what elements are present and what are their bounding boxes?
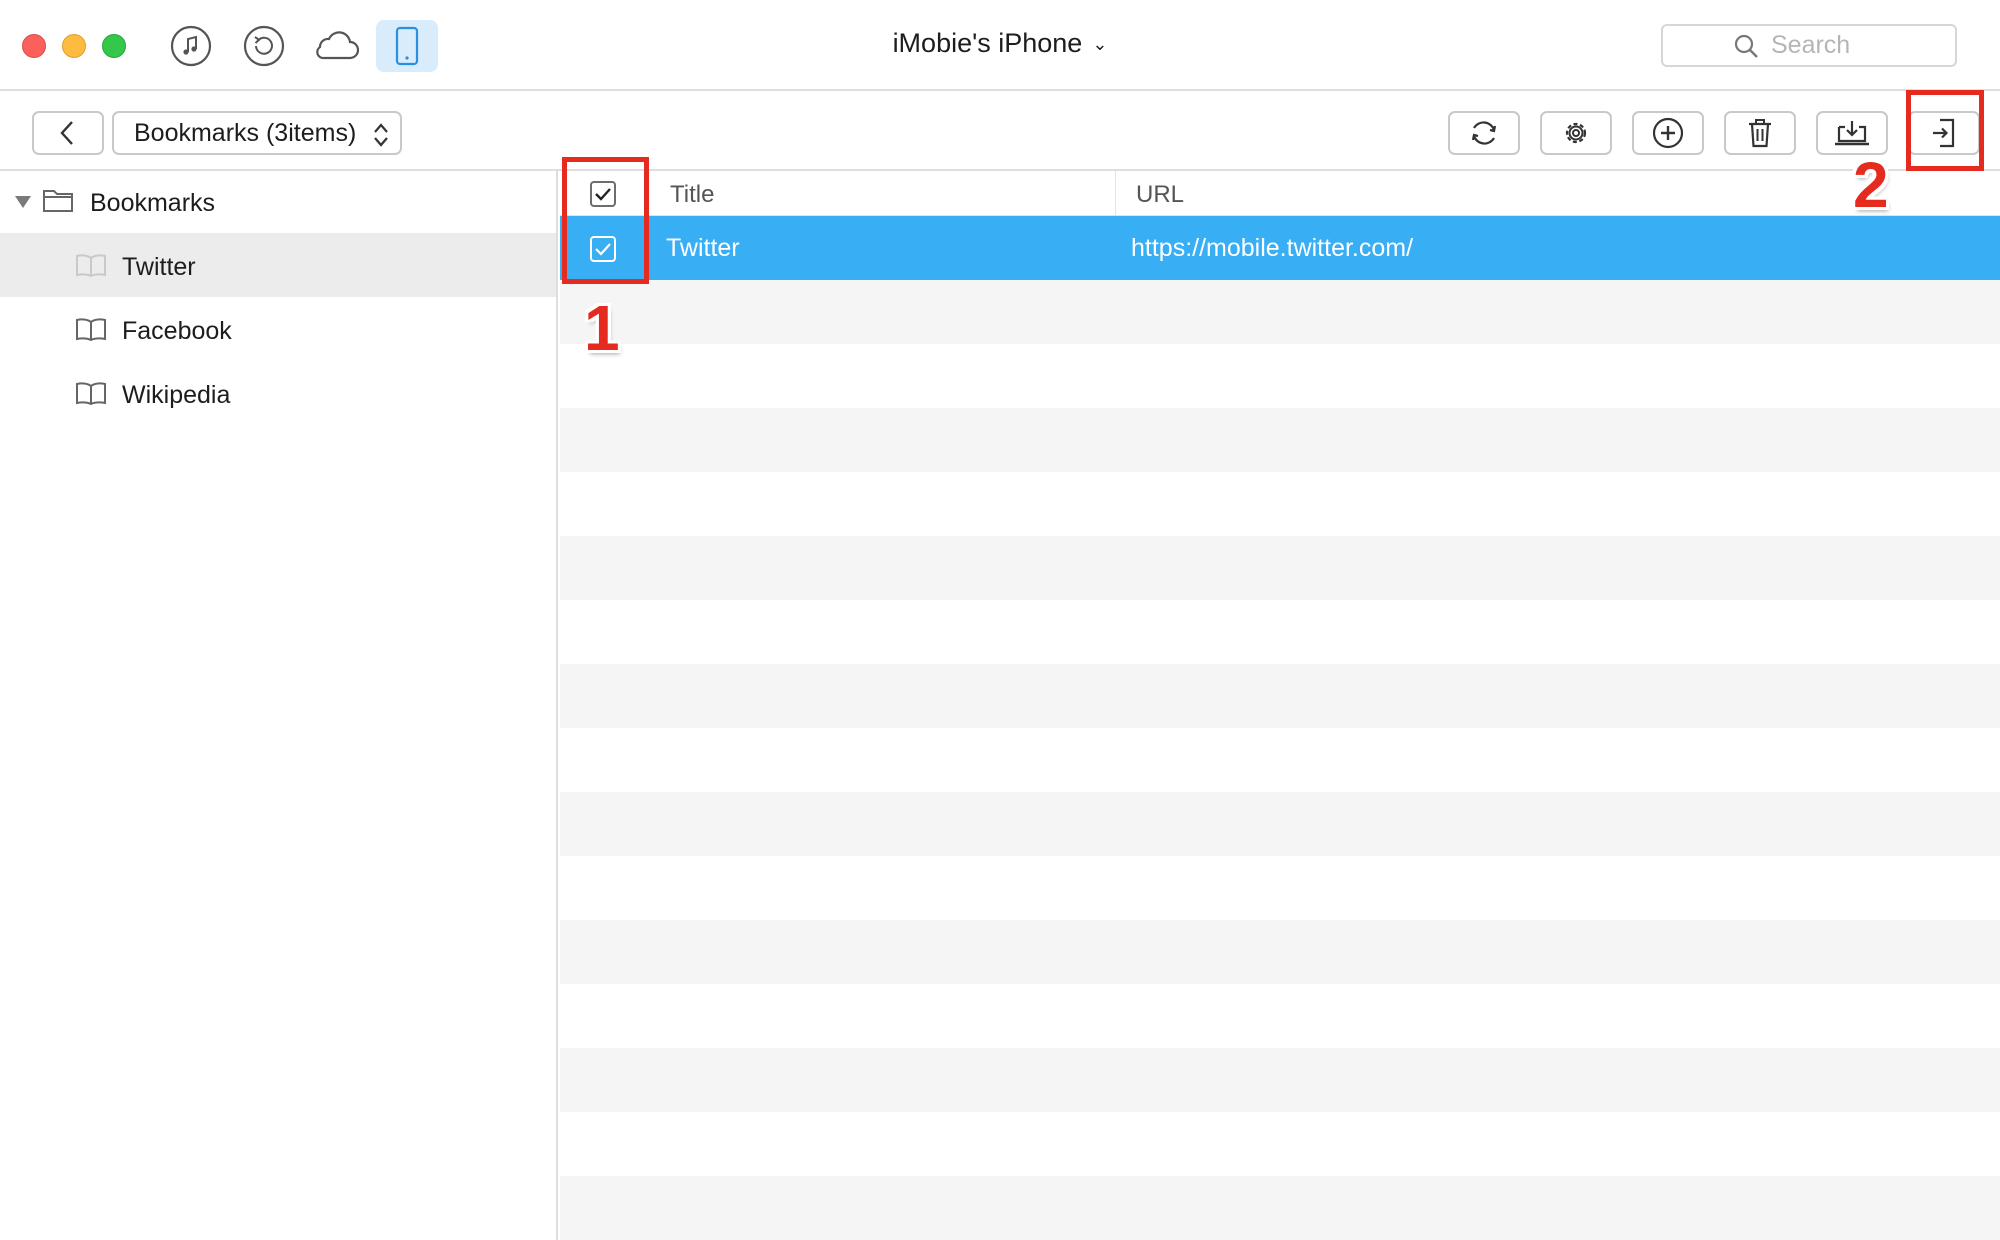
empty-row (560, 1048, 2000, 1112)
sidebar-item-label: Facebook (122, 317, 232, 345)
cell-url: https://mobile.twitter.com/ (1131, 234, 1414, 262)
breadcrumb: Bookmarks (3items) (134, 118, 357, 147)
tree-root-bookmarks[interactable]: Bookmarks (0, 171, 556, 231)
bookmark-book-icon (76, 382, 106, 405)
column-divider[interactable] (1115, 171, 1116, 216)
bookmarks-table: Title URL Twitter https://mobile.twitter… (560, 171, 2000, 1240)
bookmark-book-icon (76, 318, 106, 341)
empty-row (560, 728, 2000, 792)
device-tab-button[interactable] (376, 20, 438, 72)
annotation-highlight-export-button (1906, 90, 1984, 171)
search-icon (1733, 33, 1759, 59)
delete-button[interactable] (1724, 111, 1796, 155)
chevron-down-icon[interactable]: ⌄ (1092, 34, 1107, 55)
sidebar-item-wikipedia[interactable]: Wikipedia (0, 361, 556, 425)
column-header-title[interactable]: Title (670, 181, 714, 209)
chevron-left-icon (60, 121, 73, 145)
refresh-icon (1471, 121, 1497, 145)
settings-gear-icon (1565, 122, 1587, 144)
tree-root-label: Bookmarks (90, 189, 216, 217)
empty-row (560, 984, 2000, 1048)
search-input[interactable] (1771, 31, 2000, 60)
sidebar-item-twitter[interactable]: Twitter (0, 233, 556, 297)
device-name[interactable]: iMobie's iPhone (893, 28, 1083, 58)
icloud-tab-button[interactable] (305, 20, 367, 72)
zoom-window-button[interactable] (102, 34, 126, 58)
table-header: Title URL (560, 171, 2000, 216)
annotation-step-2: 2 (1853, 149, 1889, 221)
title-bar: iMobie's iPhone ⌄ (0, 0, 2000, 91)
add-button[interactable] (1632, 111, 1704, 155)
empty-row (560, 472, 2000, 536)
delete-trash-icon (1749, 119, 1771, 148)
empty-row (560, 600, 2000, 664)
table-row[interactable]: Twitter https://mobile.twitter.com/ (560, 216, 2000, 280)
back-button[interactable] (32, 111, 104, 155)
empty-row (560, 1112, 2000, 1176)
sidebar-item-label: Twitter (122, 253, 196, 281)
empty-row (560, 664, 2000, 728)
empty-row (560, 1176, 2000, 1240)
annotation-highlight-checkbox (562, 157, 649, 284)
iphone-icon (395, 26, 419, 66)
empty-row (560, 856, 2000, 920)
folder-icon (43, 190, 73, 212)
empty-row (560, 536, 2000, 600)
up-down-chevron-icon (374, 123, 388, 147)
export-to-computer-icon (1835, 121, 1869, 146)
column-header-url[interactable]: URL (1136, 181, 1184, 209)
add-icon (1652, 117, 1684, 149)
sidebar: Bookmarks Twitter Facebook Wikipedia (0, 171, 558, 1240)
sidebar-item-facebook[interactable]: Facebook (0, 297, 556, 361)
toolbar: Bookmarks (3items) (0, 91, 2000, 171)
close-window-button[interactable] (22, 34, 46, 58)
app-window: iMobie's iPhone ⌄ Bookmarks (3items) (0, 0, 2000, 1240)
icloud-icon (316, 31, 360, 60)
minimize-window-button[interactable] (62, 34, 86, 58)
category-selector[interactable]: Bookmarks (3items) (112, 111, 402, 155)
annotation-step-1: 1 (584, 292, 620, 364)
empty-row (560, 280, 2000, 344)
bookmark-book-icon (76, 254, 106, 277)
sidebar-item-label: Wikipedia (122, 381, 231, 409)
empty-row (560, 920, 2000, 984)
cell-title: Twitter (666, 234, 740, 262)
music-icon (170, 25, 212, 67)
disclosure-triangle-icon[interactable] (14, 195, 32, 209)
empty-row (560, 344, 2000, 408)
search-box[interactable] (1661, 24, 2000, 67)
empty-row (560, 408, 2000, 472)
settings-button[interactable] (1540, 111, 1612, 155)
music-tab-button[interactable] (160, 20, 222, 72)
refresh-button[interactable] (1448, 111, 1520, 155)
empty-row (560, 792, 2000, 856)
backup-tab-button[interactable] (233, 20, 295, 72)
backup-restore-icon (243, 25, 285, 67)
